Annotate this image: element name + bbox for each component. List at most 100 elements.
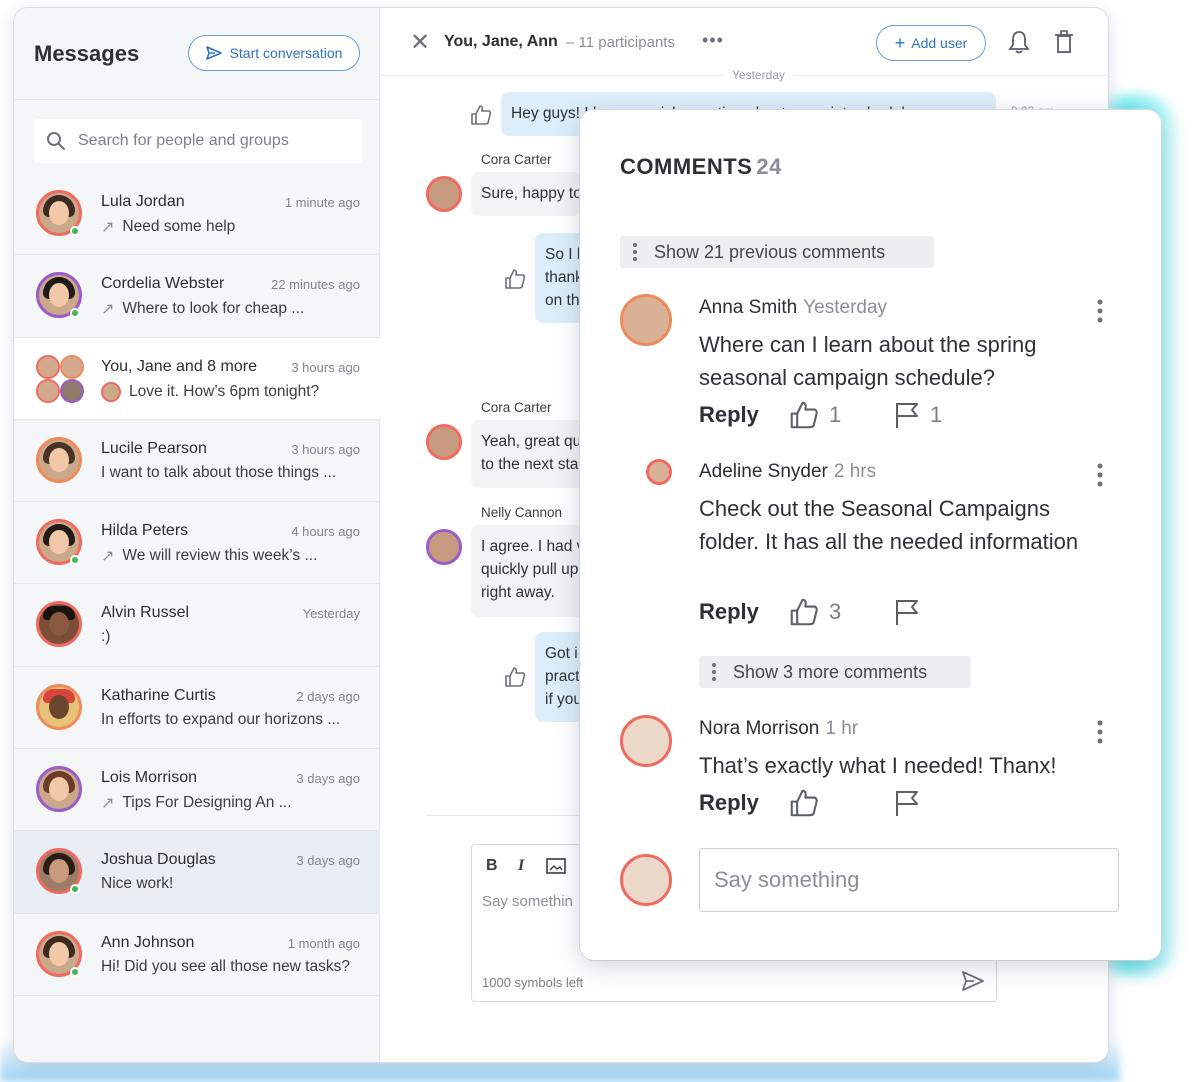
flag-button[interactable] bbox=[894, 789, 920, 817]
comment-author-name: Adeline Snyder bbox=[699, 461, 828, 482]
conversation-item-active[interactable]: You, Jane and 8 more 3 hours ago Love it… bbox=[14, 337, 380, 420]
conversation-preview-text: We will review this week’s ... bbox=[122, 547, 318, 565]
conversation-item[interactable]: Alvin Russel Yesterday :) bbox=[14, 584, 380, 667]
reply-button[interactable]: Reply bbox=[699, 599, 789, 625]
chat-header: ✕ You, Jane, Ann – 11 participants ••• +… bbox=[380, 8, 1108, 76]
send-icon bbox=[205, 46, 222, 60]
conversation-time: 3 days ago bbox=[296, 853, 360, 869]
like-icon bbox=[790, 401, 818, 429]
conversation-preview: ↗ Where to look for cheap ... bbox=[101, 299, 304, 319]
comment-menu-icon[interactable] bbox=[1096, 298, 1104, 324]
conversation-name: Cordelia Webster bbox=[101, 275, 225, 293]
like-count: 1 bbox=[829, 402, 842, 427]
image-icon[interactable] bbox=[546, 857, 566, 875]
conversation-item[interactable]: Katharine Curtis 2 days ago In efforts t… bbox=[14, 667, 380, 750]
conversation-preview-text: Love it. How’s 6pm tonight? bbox=[129, 382, 320, 400]
conversation-item[interactable]: Joshua Douglas 3 days ago Nice work! bbox=[14, 831, 380, 914]
conversation-time: 3 hours ago bbox=[291, 359, 360, 375]
conversation-preview-text: :) bbox=[101, 628, 111, 646]
message-text: to the next sta bbox=[481, 456, 579, 473]
conversation-name: Alvin Russel bbox=[101, 604, 190, 622]
comment-menu-icon[interactable] bbox=[1096, 462, 1104, 488]
like-icon bbox=[790, 598, 818, 626]
start-conversation-button[interactable]: Start conversation bbox=[188, 35, 360, 71]
chat-title: You, Jane, Ann bbox=[444, 33, 558, 50]
conversation-preview: In efforts to expand our horizons ... bbox=[101, 711, 340, 729]
comment-input[interactable] bbox=[699, 848, 1119, 912]
conversation-item[interactable]: Lula Jordan 1 minute ago ↗ Need some help bbox=[14, 173, 380, 256]
flag-button[interactable]: 1 bbox=[894, 401, 942, 429]
like-icon[interactable] bbox=[504, 268, 526, 290]
message-text: if you bbox=[545, 691, 583, 708]
search-box[interactable] bbox=[34, 119, 362, 163]
comment-author: Adeline Snyder 2 hrs bbox=[699, 461, 876, 483]
show-previous-label: Show 21 previous comments bbox=[654, 241, 886, 262]
sidebar-header: Messages Start conversation bbox=[14, 8, 379, 100]
conversation-time: 1 month ago bbox=[287, 935, 360, 951]
conversation-item[interactable]: Hilda Peters 4 hours ago ↗ We will review… bbox=[14, 502, 380, 585]
conversation-time: Yesterday bbox=[302, 606, 360, 622]
like-button[interactable]: 1 bbox=[789, 400, 894, 430]
message-text: on th bbox=[545, 292, 580, 309]
close-icon[interactable]: ✕ bbox=[410, 28, 430, 57]
comment-text: Check out the Seasonal Campaigns folder.… bbox=[699, 496, 1079, 554]
conversation-time: 1 minute ago bbox=[284, 195, 360, 210]
comment-author: Anna Smith Yesterday bbox=[699, 297, 887, 319]
search-input[interactable] bbox=[78, 132, 338, 150]
like-icon[interactable] bbox=[504, 666, 526, 688]
message-text: pract bbox=[545, 668, 580, 685]
italic-icon[interactable]: I bbox=[518, 857, 524, 875]
like-icon bbox=[790, 789, 818, 817]
outgoing-arrow-icon: ↗ bbox=[101, 548, 115, 566]
vertical-dots-icon bbox=[628, 243, 642, 261]
vertical-dots-icon bbox=[707, 663, 721, 681]
send-icon[interactable] bbox=[962, 971, 984, 991]
conversation-name: You, Jane and 8 more bbox=[101, 357, 257, 375]
online-indicator bbox=[70, 226, 80, 236]
conversation-time: 3 hours ago bbox=[291, 441, 360, 457]
show-previous-comments-button[interactable]: Show 21 previous comments bbox=[620, 236, 934, 268]
reply-button[interactable]: Reply bbox=[699, 402, 789, 428]
sender-avatar bbox=[426, 529, 462, 565]
online-indicator bbox=[70, 884, 80, 895]
avatar bbox=[36, 766, 82, 813]
conversation-item[interactable]: Lois Morrison 3 days ago ↗ Tips For Desig… bbox=[14, 749, 380, 832]
comment-menu-icon[interactable] bbox=[1096, 719, 1104, 745]
show-more-label: Show 3 more comments bbox=[733, 661, 928, 682]
conversation-name: Ann Johnson bbox=[101, 933, 195, 951]
flag-button[interactable] bbox=[894, 598, 920, 626]
trash-icon[interactable] bbox=[1054, 30, 1074, 54]
participants-count[interactable]: – 11 participants bbox=[566, 34, 675, 51]
bold-icon[interactable]: B bbox=[486, 857, 498, 875]
add-user-button[interactable]: + Add user bbox=[876, 25, 986, 61]
conversation-name: Lucile Pearson bbox=[101, 439, 207, 457]
conversation-item[interactable]: Lucile Pearson 3 hours ago I want to tal… bbox=[14, 420, 380, 503]
message-text: right away. bbox=[481, 584, 555, 601]
bell-icon[interactable] bbox=[1008, 30, 1030, 54]
reply-button[interactable]: Reply bbox=[699, 790, 789, 816]
message-sender: Nelly Cannon bbox=[481, 505, 563, 520]
show-more-comments-button[interactable]: Show 3 more comments bbox=[699, 656, 971, 688]
comment-author: Nora Morrison 1 hr bbox=[699, 718, 858, 740]
outgoing-arrow-icon: ↗ bbox=[101, 795, 115, 813]
comment-actions: Reply 1 1 bbox=[699, 400, 942, 430]
conversation-item[interactable]: Ann Johnson 1 month ago Hi! Did you see … bbox=[14, 914, 380, 996]
message-bubble: I agree. I had v quickly pull up right a… bbox=[471, 525, 591, 617]
comments-title: COMMENTS 24 bbox=[620, 154, 782, 180]
like-button[interactable]: 3 bbox=[789, 597, 894, 627]
conversation-time: 3 days ago bbox=[296, 771, 360, 787]
message-text: So I h bbox=[545, 246, 586, 263]
conversation-preview: ↗ Tips For Designing An ... bbox=[101, 793, 292, 813]
flag-count: 1 bbox=[930, 402, 943, 427]
more-options-icon[interactable]: ••• bbox=[702, 30, 724, 51]
avatar bbox=[36, 601, 82, 648]
like-icon[interactable] bbox=[470, 104, 492, 126]
conversation-name: Lois Morrison bbox=[101, 769, 198, 787]
sidebar: Messages Start conversation Lula Jordan … bbox=[14, 8, 380, 1062]
like-button[interactable] bbox=[789, 788, 894, 818]
conversation-preview: Love it. How’s 6pm tonight? bbox=[101, 381, 320, 402]
conversation-item[interactable]: Cordelia Webster 22 minutes ago ↗ Where t… bbox=[14, 255, 380, 338]
composer-placeholder: Say somethin bbox=[482, 893, 573, 910]
group-avatar bbox=[60, 354, 84, 379]
message-text: Sure, happy to bbox=[481, 185, 581, 202]
